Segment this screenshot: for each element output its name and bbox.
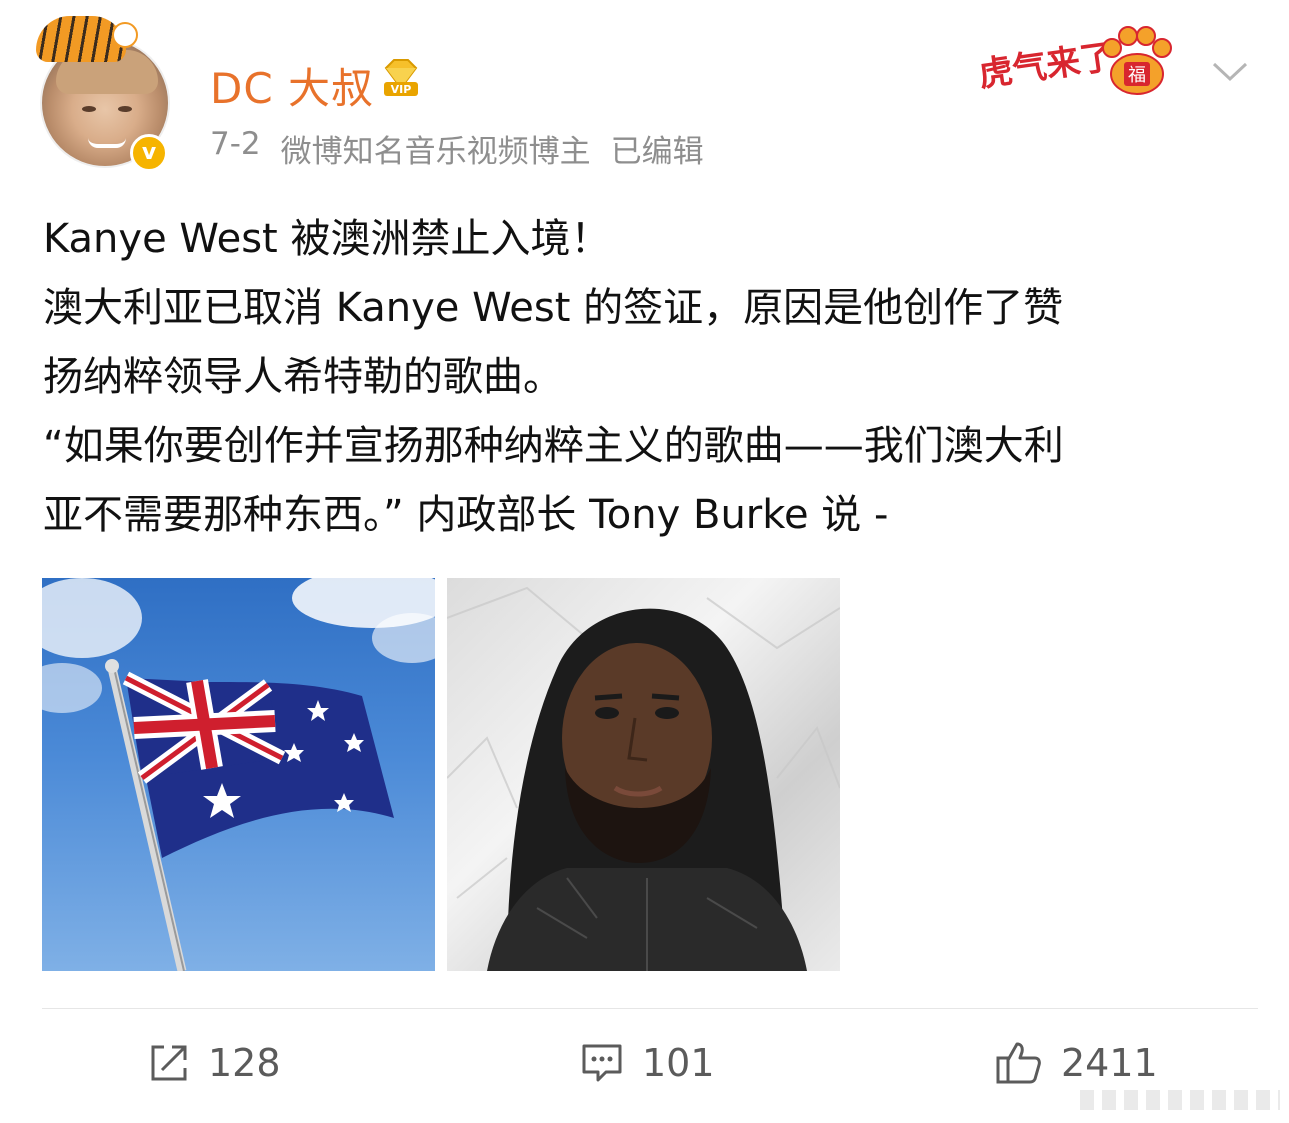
post-date: 7-2 [210,126,261,162]
australian-flag-image[interactable] [42,578,435,971]
edited-label[interactable]: 已编辑 [611,126,704,171]
post-meta: 7-2 微博知名音乐视频博主 已编辑 [210,126,704,171]
portrait-illustration [447,586,840,971]
author-role: 微博知名音乐视频博主 [280,134,591,170]
kanye-west-photo[interactable] [447,578,840,971]
action-divider [42,1008,1258,1009]
tiger-frame-icon [36,16,138,62]
comment-icon [582,1044,622,1082]
post-line: 澳大利亚已取消 Kanye West 的签证，原因是他创作了赞 [43,285,1064,331]
avatar-eye-left [82,106,96,112]
avatar-container[interactable]: v [30,16,180,176]
post-line: “如果你要创作并宣扬那种纳粹主义的歌曲——我们澳大利 [43,423,1064,469]
post-line: Kanye West 被澳洲禁止入境！ [43,216,611,262]
post-line: 扬纳粹领导人希特勒的歌曲。 [43,354,563,400]
like-count: 2411 [1061,1041,1158,1085]
vip-icon: VIP [384,59,418,96]
comment-button[interactable]: 101 [580,1038,715,1088]
svg-text:VIP: VIP [391,83,412,96]
comment-count: 101 [642,1041,715,1085]
festival-text: 虎气来了 [976,36,1117,96]
verified-badge-icon: v [130,134,168,172]
username[interactable]: DC 大叔 [210,55,374,116]
like-button[interactable]: 2411 [995,1038,1158,1088]
avatar-eye-right [118,106,132,112]
repost-count: 128 [208,1041,281,1085]
australian-flag-illustration [42,578,435,971]
tiger-paw-icon: 福 [1102,26,1172,95]
avatar-mouth [88,138,126,148]
post-content: Kanye West 被澳洲禁止入境！ 澳大利亚已取消 Kanye West 的… [43,205,1258,550]
thumbs-up-icon [996,1042,1041,1084]
scroll-indicator [1080,1090,1280,1110]
festival-badge[interactable]: 虎气来了 福 [970,8,1192,103]
chevron-down-icon[interactable] [1210,58,1250,84]
post-line: 亚不需要那种东西。” 内政部长 Tony Burke 说 - [43,492,889,538]
svg-text:福: 福 [1128,65,1146,86]
share-icon [151,1045,187,1081]
repost-button[interactable]: 128 [148,1038,281,1088]
